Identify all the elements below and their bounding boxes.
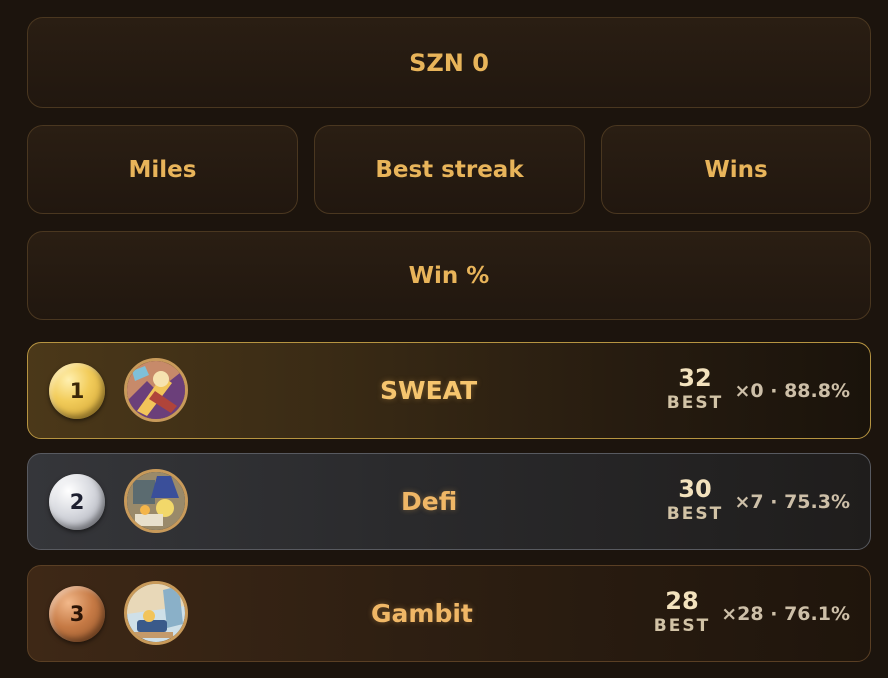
best-score: 30 BEST bbox=[660, 475, 730, 525]
rank-medal-gold: 1 bbox=[49, 363, 105, 419]
tab-best-streak[interactable]: Best streak bbox=[314, 125, 585, 214]
tab-miles[interactable]: Miles bbox=[27, 125, 298, 214]
defi-avatar bbox=[124, 469, 188, 533]
leaderboard-row[interactable]: 1 SWEAT 32 BEST ×0 · 88.8% bbox=[27, 342, 871, 439]
player-stats: ×0 · 88.8% bbox=[734, 379, 850, 402]
score-label: BEST bbox=[666, 393, 724, 413]
rank-number: 1 bbox=[69, 379, 85, 403]
rank-medal-silver: 2 bbox=[49, 474, 105, 530]
score-value: 30 bbox=[678, 475, 712, 503]
best-score: 32 BEST bbox=[660, 364, 730, 414]
rank-number: 2 bbox=[69, 490, 85, 514]
gambit-avatar bbox=[124, 581, 188, 645]
leaderboard-row[interactable]: 3 Gambit 28 BEST ×28 · 76.1% bbox=[27, 565, 871, 662]
score-label: BEST bbox=[653, 616, 711, 636]
sweat-avatar bbox=[124, 358, 188, 422]
season-button[interactable]: SZN 0 bbox=[27, 17, 871, 108]
player-stats: ×7 · 75.3% bbox=[734, 490, 850, 513]
rank-number: 3 bbox=[69, 602, 85, 626]
leaderboard-row[interactable]: 2 Defi 30 BEST ×7 · 75.3% bbox=[27, 453, 871, 550]
best-score: 28 BEST bbox=[647, 587, 717, 637]
player-name: Gambit bbox=[371, 599, 473, 628]
player-name: Defi bbox=[401, 487, 458, 516]
player-name: SWEAT bbox=[380, 376, 478, 405]
score-label: BEST bbox=[666, 504, 724, 524]
player-stats: ×28 · 76.1% bbox=[721, 602, 850, 625]
tab-win-percent[interactable]: Win % bbox=[27, 231, 871, 320]
score-value: 28 bbox=[665, 587, 699, 615]
score-value: 32 bbox=[678, 364, 712, 392]
tab-wins[interactable]: Wins bbox=[601, 125, 871, 214]
rank-medal-bronze: 3 bbox=[49, 586, 105, 642]
